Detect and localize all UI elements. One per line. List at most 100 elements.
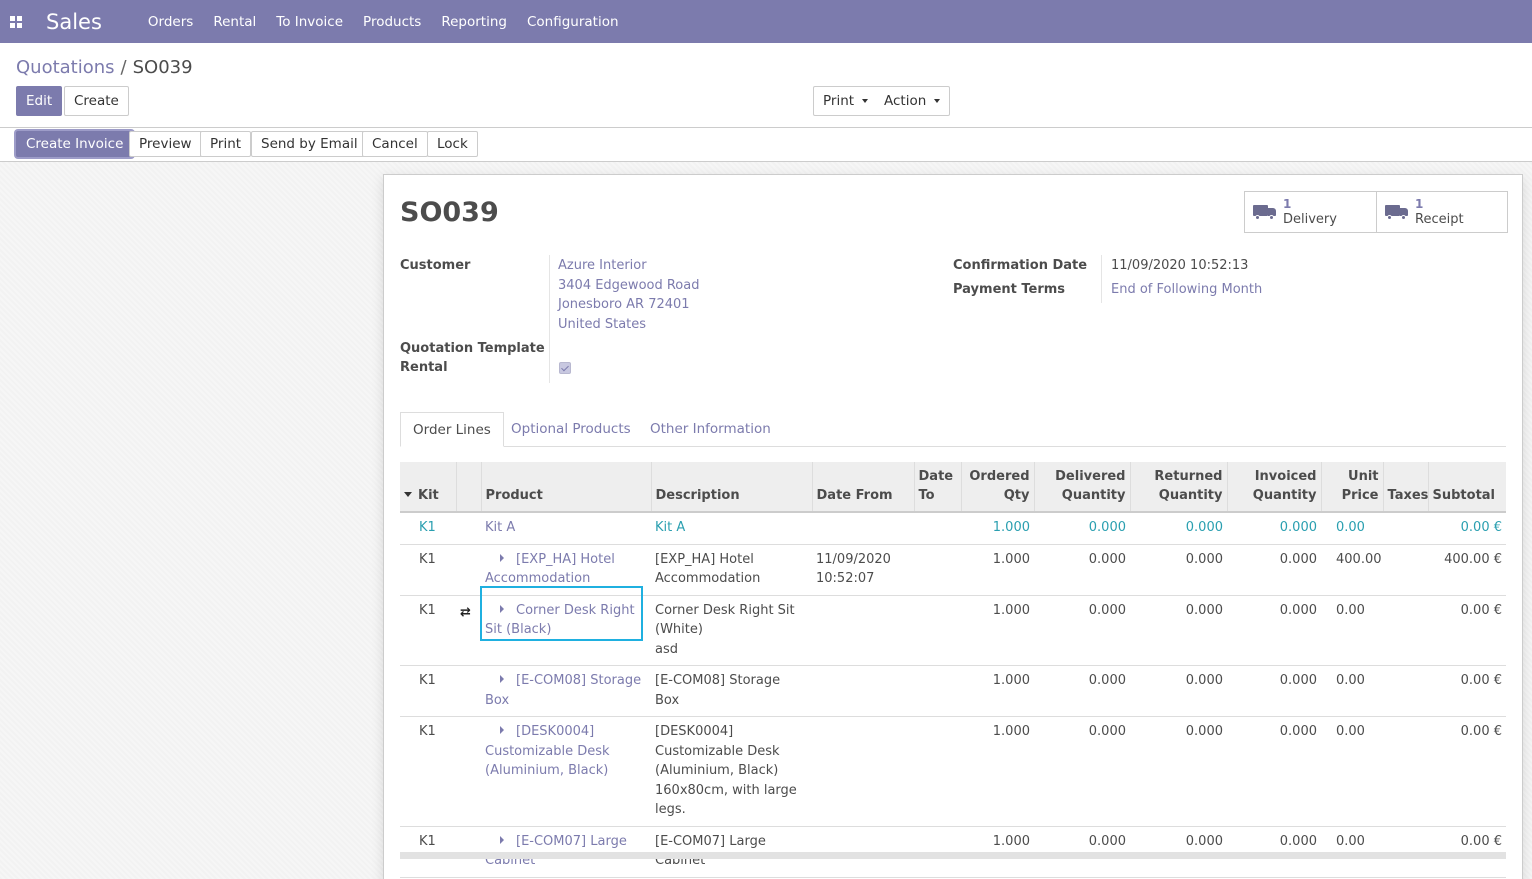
cell-description: [E-COM08] Storage Box bbox=[651, 665, 812, 717]
cancel-button[interactable]: Cancel bbox=[362, 131, 428, 157]
cell-product[interactable]: Kit A bbox=[481, 512, 651, 545]
cell-date-from bbox=[812, 665, 914, 717]
col-kit[interactable]: Kit bbox=[400, 462, 456, 513]
table-row[interactable]: K1 ⇄ Corner Desk Right Sit (Black) Corne… bbox=[400, 595, 1506, 666]
print-dropdown[interactable]: Print bbox=[813, 86, 879, 116]
product-link[interactable]: [EXP_HA] Hotel Accommodation bbox=[485, 552, 615, 587]
menu-reporting[interactable]: Reporting bbox=[441, 14, 507, 30]
col-invoiced-qty[interactable]: Invoiced Quantity bbox=[1226, 462, 1321, 513]
cell-invoiced-qty: 0.000 bbox=[1227, 512, 1321, 545]
customer-label: Customer bbox=[400, 258, 471, 273]
col-unit-price[interactable]: Unit Price bbox=[1320, 462, 1383, 513]
payment-terms-label: Payment Terms bbox=[953, 282, 1066, 297]
col-returned-qty[interactable]: Returned Quantity bbox=[1129, 462, 1227, 513]
product-link[interactable]: [E-COM07] Large Cabinet bbox=[485, 834, 627, 869]
customer-city[interactable]: Jonesboro AR 72401 bbox=[558, 295, 699, 315]
cell-kit: K1 bbox=[400, 544, 456, 596]
send-by-email-button[interactable]: Send by Email bbox=[251, 131, 368, 157]
col-ordered-line1: Ordered bbox=[969, 469, 1030, 484]
expand-caret-icon[interactable] bbox=[500, 553, 504, 562]
action-dropdown[interactable]: Action bbox=[875, 86, 951, 116]
menu-to-invoice[interactable]: To Invoice bbox=[276, 14, 343, 30]
col-ordered-qty[interactable]: Ordered Qty bbox=[960, 462, 1034, 513]
swap-icon[interactable]: ⇄ bbox=[456, 595, 481, 666]
menu-rental[interactable]: Rental bbox=[213, 14, 256, 30]
cell-date-to bbox=[914, 595, 961, 666]
cell-taxes bbox=[1383, 544, 1428, 596]
menu-products[interactable]: Products bbox=[363, 14, 421, 30]
caret-down-icon bbox=[862, 99, 869, 103]
cell-delivered-qty: 0.000 bbox=[1034, 665, 1130, 717]
cell-returned-qty: 0.000 bbox=[1130, 716, 1227, 827]
customer-name[interactable]: Azure Interior bbox=[558, 256, 699, 276]
cell-product[interactable]: Corner Desk Right Sit (Black) bbox=[481, 595, 651, 666]
cell-date-from bbox=[812, 512, 914, 545]
rental-label: Rental bbox=[400, 360, 448, 375]
horizontal-scrollbar[interactable] bbox=[400, 852, 1506, 859]
confirmation-date: 11/09/2020 10:52:13 bbox=[1111, 258, 1249, 273]
tab-optional-products[interactable]: Optional Products bbox=[499, 412, 643, 447]
col-date-to-line2: To bbox=[918, 488, 935, 503]
sort-down-icon[interactable] bbox=[404, 492, 412, 497]
expand-caret-icon[interactable] bbox=[500, 675, 504, 683]
cell-ordered-qty: 1.000 bbox=[961, 595, 1034, 666]
rental-checkbox[interactable] bbox=[559, 362, 571, 374]
field-separator bbox=[1101, 255, 1102, 303]
cell-subtotal: 0.00 € bbox=[1428, 595, 1506, 666]
expand-caret-icon[interactable] bbox=[500, 726, 504, 734]
cell-unit-price: 0.00 bbox=[1321, 716, 1383, 827]
lock-button[interactable]: Lock bbox=[427, 131, 478, 157]
delivery-smart-button[interactable]: 1 Delivery bbox=[1245, 192, 1376, 232]
edit-button[interactable]: Edit bbox=[16, 86, 63, 116]
expand-caret-icon[interactable] bbox=[500, 835, 504, 844]
customer-country[interactable]: United States bbox=[558, 315, 699, 335]
customer-street[interactable]: 3404 Edgewood Road bbox=[558, 276, 699, 296]
menu-orders[interactable]: Orders bbox=[148, 14, 193, 30]
table-row[interactable]: K1 [DESK0004] Customizable Desk (Alumini… bbox=[400, 716, 1506, 827]
cell-ordered-qty: 1.000 bbox=[961, 512, 1034, 545]
table-row[interactable]: K1 [EXP_HA] Hotel Accommodation [EXP_HA]… bbox=[400, 544, 1506, 596]
cell-description: Corner Desk Right Sit (White) asd bbox=[651, 595, 812, 666]
table-row[interactable]: K1 Kit A Kit A 1.000 0.000 0.000 0.000 0… bbox=[400, 512, 1506, 545]
cell-product[interactable]: [EXP_HA] Hotel Accommodation bbox=[481, 544, 651, 596]
quotation-template-label: Quotation Template bbox=[400, 341, 545, 356]
receipt-smart-button[interactable]: 1 Receipt bbox=[1376, 192, 1507, 232]
cell-delivered-qty: 0.000 bbox=[1034, 595, 1130, 666]
preview-button[interactable]: Preview bbox=[129, 131, 202, 157]
tab-order-lines[interactable]: Order Lines bbox=[400, 412, 504, 447]
col-date-to[interactable]: Date To bbox=[913, 462, 961, 513]
cell-swap bbox=[456, 512, 481, 545]
breadcrumb-current: SO039 bbox=[132, 57, 193, 78]
col-subtotal[interactable]: Subtotal bbox=[1427, 462, 1506, 513]
cell-kit: K1 bbox=[400, 665, 456, 717]
cell-taxes bbox=[1383, 716, 1428, 827]
col-delivered-line2: Quantity bbox=[1061, 488, 1126, 503]
cell-unit-price: 400.00 bbox=[1321, 544, 1383, 596]
expand-caret-icon[interactable] bbox=[500, 604, 504, 613]
product-link[interactable]: [E-COM08] Storage Box bbox=[485, 673, 641, 708]
col-product[interactable]: Product bbox=[480, 462, 651, 513]
cell-product[interactable]: [DESK0004] Customizable Desk (Aluminium,… bbox=[481, 716, 651, 827]
app-brand[interactable]: Sales bbox=[46, 10, 102, 34]
cell-invoiced-qty: 0.000 bbox=[1227, 665, 1321, 717]
create-invoice-button[interactable]: Create Invoice bbox=[16, 131, 134, 157]
create-button[interactable]: Create bbox=[64, 86, 129, 116]
breadcrumb-quotations[interactable]: Quotations bbox=[16, 57, 115, 78]
cell-taxes bbox=[1383, 665, 1428, 717]
payment-terms[interactable]: End of Following Month bbox=[1111, 280, 1262, 300]
col-delivered-qty[interactable]: Delivered Quantity bbox=[1033, 462, 1130, 513]
table-row[interactable]: K1 [E-COM08] Storage Box [E-COM08] Stora… bbox=[400, 665, 1506, 717]
confirmation-date-label: Confirmation Date bbox=[953, 258, 1088, 273]
cell-invoiced-qty: 0.000 bbox=[1227, 544, 1321, 596]
col-date-to-line1: Date bbox=[918, 469, 954, 484]
col-taxes[interactable]: Taxes bbox=[1382, 462, 1428, 513]
col-date-from[interactable]: Date From bbox=[811, 462, 914, 513]
tab-other-information[interactable]: Other Information bbox=[638, 412, 783, 447]
cell-invoiced-qty: 0.000 bbox=[1227, 716, 1321, 827]
menu-configuration[interactable]: Configuration bbox=[527, 14, 619, 30]
col-description[interactable]: Description bbox=[650, 462, 812, 513]
product-link[interactable]: Corner Desk Right Sit (Black) bbox=[485, 603, 635, 638]
cell-product[interactable]: [E-COM08] Storage Box bbox=[481, 665, 651, 717]
apps-menu-icon[interactable] bbox=[0, 0, 32, 43]
print-button[interactable]: Print bbox=[200, 131, 252, 157]
